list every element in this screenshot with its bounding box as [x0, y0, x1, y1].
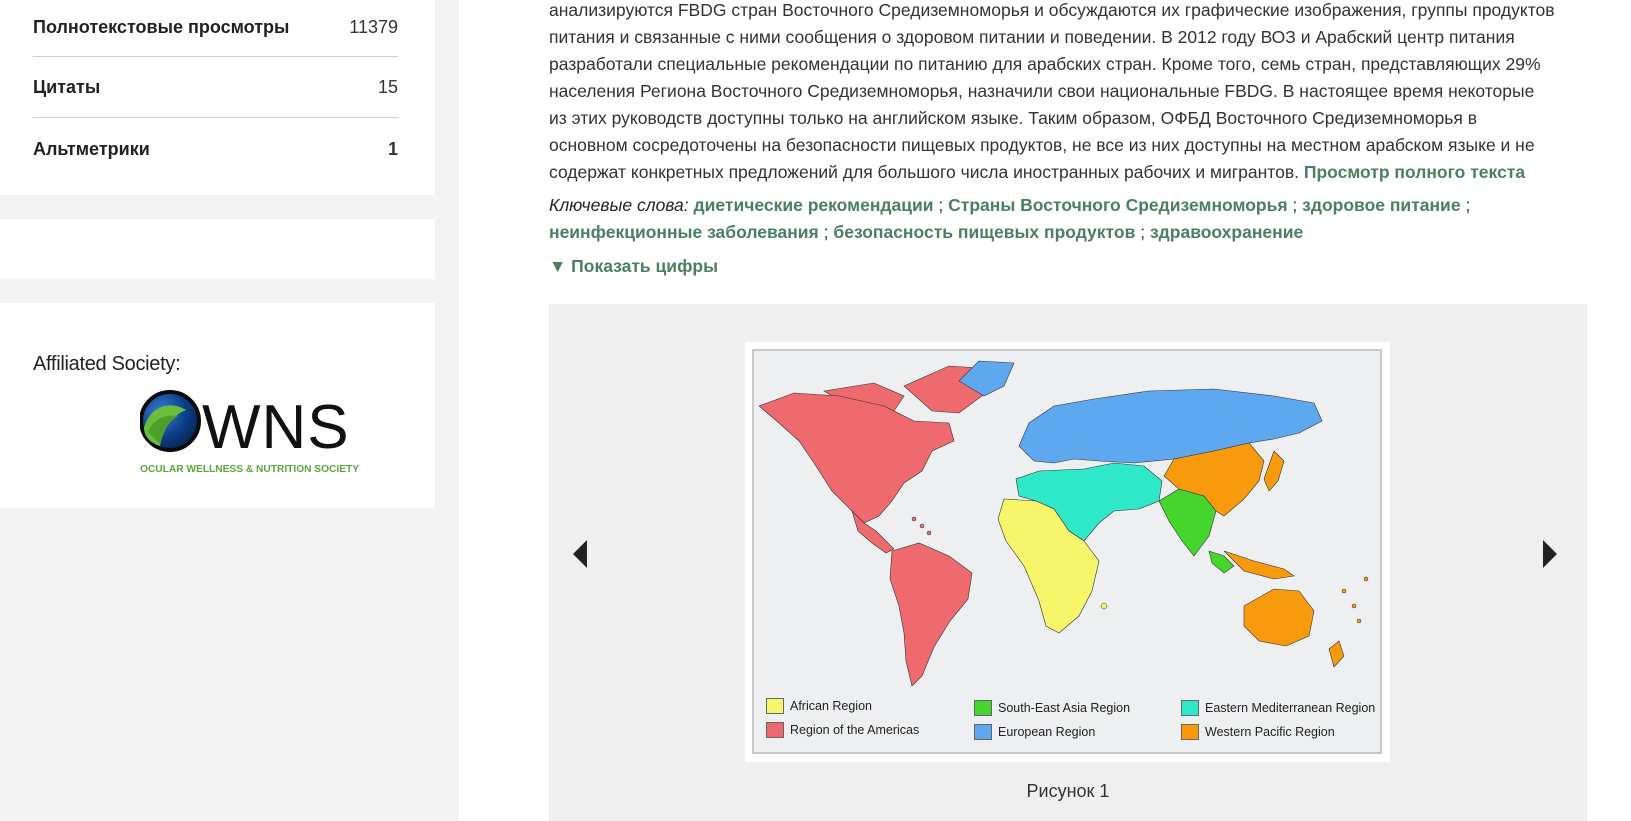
world-map-graphic	[758, 360, 1369, 687]
abstract-line: разработали специальные рекомендации по …	[549, 54, 1541, 74]
legend-swatch	[766, 698, 784, 714]
triangle-left-icon	[573, 540, 587, 568]
keyword-link[interactable]: неинфекционные заболевания	[549, 222, 819, 242]
keyword-link[interactable]: здоровое питание	[1302, 195, 1460, 215]
metric-label: Полнотекстовые просмотры	[33, 16, 290, 37]
keyword-separator: ;	[823, 222, 829, 242]
show-figures-toggle[interactable]: ▼ Показать цифры	[549, 256, 718, 277]
legend-label: Western Pacific Region	[1205, 725, 1335, 739]
abstract-line: питания и связанные с ними сообщения о з…	[549, 27, 1515, 47]
legend-label: African Region	[790, 699, 872, 713]
society-title: Affiliated Society:	[33, 353, 181, 375]
legend-item: African Region	[766, 698, 872, 714]
keyword-separator: ;	[1140, 222, 1146, 242]
legend-swatch	[974, 724, 992, 740]
keyword-link[interactable]: диетические рекомендации	[694, 195, 934, 215]
abstract-line: основном сосредоточены на безопасности п…	[549, 135, 1535, 155]
keyword-separator: ;	[938, 195, 944, 215]
legend-item: South-East Asia Region	[974, 700, 1130, 716]
abstract-text: анализируются FBDG стран Восточного Сред…	[549, 0, 1559, 186]
figure-caption: Рисунок 1	[1026, 781, 1110, 801]
abstract-line: анализируются FBDG стран Восточного Сред…	[549, 0, 1555, 20]
metric-citations[interactable]: Цитаты 15	[33, 57, 398, 117]
keyword-link[interactable]: безопасность пищевых продуктов	[833, 222, 1135, 242]
keyword-link[interactable]: Страны Восточного Средиземноморья	[948, 195, 1287, 215]
carousel-prev-button[interactable]	[565, 534, 595, 574]
legend-label: Eastern Mediterranean Region	[1205, 701, 1376, 715]
keyword-link[interactable]: здравоохранение	[1150, 222, 1303, 242]
abstract-line: населения Региона Восточного Средиземном…	[549, 81, 1535, 101]
legend-swatch	[974, 700, 992, 716]
abstract-line: содержат конкретных предложений для боль…	[549, 162, 1299, 182]
legend-item: Eastern Mediterranean Region	[1181, 700, 1375, 716]
metric-value: 11379	[349, 16, 398, 37]
metric-value: 1	[387, 138, 398, 159]
figure-carousel: African Region Region of the Americas So…	[549, 304, 1587, 821]
legend-item: Western Pacific Region	[1181, 724, 1335, 740]
legend-item: Region of the Americas	[766, 722, 919, 738]
metric-label: Альтметрики	[33, 138, 150, 159]
keywords-label: Ключевые слова:	[549, 195, 689, 215]
legend-item: European Region	[974, 724, 1095, 740]
metric-label: Цитаты	[33, 76, 101, 97]
metric-value: 15	[377, 76, 398, 97]
metrics-card: Полнотекстовые просмотры 11379 Цитаты 15…	[0, 0, 435, 195]
world-map: African Region Region of the Americas So…	[752, 349, 1382, 754]
affiliated-society-card: Affiliated Society: WNS OCULAR WELLNESS …	[0, 303, 435, 508]
figure-image[interactable]: African Region Region of the Americas So…	[745, 342, 1390, 762]
keyword-separator: ;	[1465, 195, 1471, 215]
owns-logo[interactable]: WNS OCULAR WELLNESS & NUTRITION SOCIETY	[140, 388, 385, 478]
legend-swatch	[1181, 700, 1199, 716]
logo-subtitle: OCULAR WELLNESS & NUTRITION SOCIETY	[140, 464, 359, 475]
keywords: Ключевые слова: диетические рекомендации…	[549, 192, 1559, 246]
legend-label: European Region	[998, 725, 1096, 739]
triangle-right-icon	[1543, 540, 1557, 568]
carousel-next-button[interactable]	[1535, 534, 1565, 574]
keyword-separator: ;	[1292, 195, 1298, 215]
legend-swatch	[1181, 724, 1199, 740]
main-content: анализируются FBDG стран Восточного Сред…	[459, 0, 1631, 821]
legend-label: South-East Asia Region	[998, 701, 1131, 715]
metric-altmetrics[interactable]: Альтметрики 1	[33, 119, 398, 179]
view-full-text-link[interactable]: Просмотр полного текста	[1304, 162, 1525, 182]
legend-swatch	[766, 722, 784, 738]
divider	[33, 117, 398, 118]
metric-fulltext-views: Полнотекстовые просмотры 11379	[33, 0, 398, 57]
logo-text: WNS	[202, 393, 350, 462]
legend-label: Region of the Americas	[790, 723, 920, 737]
abstract-line: из этих руководств доступны только на ан…	[549, 108, 1478, 128]
blank-card	[0, 219, 435, 279]
